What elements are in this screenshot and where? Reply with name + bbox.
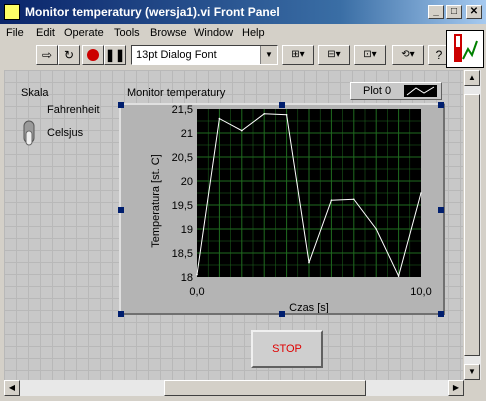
scroll-up-icon[interactable]: ▲ <box>464 70 480 86</box>
switch-option-bottom: Celsjus <box>47 127 84 139</box>
menu-window[interactable]: Window <box>194 27 233 39</box>
data-point <box>308 261 310 264</box>
resize-handle-bottom-right[interactable] <box>438 311 444 317</box>
scroll-left-icon[interactable]: ◀ <box>4 380 20 396</box>
menu-bar: File Edit Operate Tools Browse Window He… <box>0 25 440 43</box>
resize-handle-bottom[interactable] <box>279 311 285 317</box>
x-tick-label: 10,0 <box>410 286 431 298</box>
abort-icon[interactable] <box>82 45 104 65</box>
vi-icon[interactable] <box>446 30 484 68</box>
horizontal-scroll-thumb[interactable] <box>164 380 366 396</box>
menu-tools[interactable]: Tools <box>114 27 140 39</box>
plot-legend[interactable]: Plot 0 <box>350 82 442 100</box>
legend-plot-name: Plot 0 <box>363 85 392 97</box>
menu-edit[interactable]: Edit <box>36 27 55 39</box>
scroll-right-icon[interactable]: ▶ <box>448 380 464 396</box>
stop-button[interactable]: STOP <box>251 330 323 368</box>
y-axis-ticks: 18 18,5 19 19,5 20 20,5 21 21,5 <box>172 105 193 284</box>
legend-line-swatch <box>404 85 437 97</box>
data-point <box>420 192 422 194</box>
resize-objects-icon[interactable]: ⊡▾ <box>354 45 386 65</box>
graph-label: Monitor temperatury <box>127 87 226 99</box>
x-axis-ticks: 0,0 10,0 <box>189 286 431 298</box>
y-axis-label: Temperatura [st. C] <box>150 154 162 248</box>
switch-option-top: Fahrenheit <box>47 104 100 116</box>
distribute-objects-icon[interactable]: ⊟▾ <box>318 45 350 65</box>
window-title: Monitor temperatury (wersja1).vi Front P… <box>25 5 280 19</box>
align-objects-icon[interactable]: ⊞▾ <box>282 45 314 65</box>
resize-handle-left[interactable] <box>118 207 124 213</box>
minimize-button[interactable]: _ <box>428 5 444 19</box>
data-point <box>263 113 265 115</box>
font-select-value: 13pt Dialog Font <box>136 49 217 61</box>
menu-operate[interactable]: Operate <box>64 27 104 39</box>
vertical-scrollbar[interactable]: ▲ ▼ <box>464 70 481 380</box>
data-point <box>353 198 355 201</box>
y-tick-label: 18 <box>181 272 193 284</box>
horizontal-scrollbar[interactable]: ◀ ▶ <box>4 380 464 396</box>
close-button[interactable]: ✕ <box>466 5 482 19</box>
y-tick-label: 20 <box>181 176 193 188</box>
y-tick-label: 21 <box>181 128 193 140</box>
labview-app-icon[interactable] <box>4 4 20 20</box>
y-tick-label: 21,5 <box>172 105 193 116</box>
maximize-button[interactable]: □ <box>446 5 462 19</box>
y-tick-label: 20,5 <box>172 152 193 164</box>
chevron-down-icon[interactable]: ▼ <box>260 46 277 64</box>
menu-help[interactable]: Help <box>242 27 265 39</box>
vertical-scroll-thumb[interactable] <box>464 94 480 356</box>
resize-handle-top-left[interactable] <box>118 102 124 108</box>
resize-handle-top[interactable] <box>279 102 285 108</box>
data-point <box>196 273 198 276</box>
run-continuously-icon[interactable]: ↻ <box>58 45 80 65</box>
data-point <box>285 113 288 116</box>
y-tick-label: 18,5 <box>172 248 193 260</box>
data-point <box>397 275 400 277</box>
font-select[interactable]: 13pt Dialog Font ▼ <box>131 45 278 65</box>
data-point <box>330 199 333 201</box>
switch-label: Skala <box>21 87 49 99</box>
resize-handle-top-right[interactable] <box>438 102 444 108</box>
x-axis-label: Czas [s] <box>289 302 329 313</box>
data-point <box>218 117 221 120</box>
resize-handle-bottom-left[interactable] <box>118 311 124 317</box>
resize-handle-right[interactable] <box>438 207 444 213</box>
data-point <box>241 129 243 132</box>
scale-toggle-switch[interactable] <box>22 115 36 149</box>
menu-file[interactable]: File <box>6 27 24 39</box>
scroll-down-icon[interactable]: ▼ <box>464 364 480 380</box>
reorder-icon[interactable]: ⟲▾ <box>392 45 424 65</box>
x-tick-label: 0,0 <box>189 286 204 298</box>
scrollbar-corner <box>464 380 481 396</box>
y-tick-label: 19,5 <box>172 200 193 212</box>
run-arrow-icon[interactable]: ⇨ <box>36 45 58 65</box>
pause-icon[interactable]: ❚❚ <box>104 45 126 65</box>
menu-browse[interactable]: Browse <box>150 27 187 39</box>
graph-plot-svg: 18 18,5 19 19,5 20 20,5 21 21,5 0,0 10,0 Tempera… <box>150 105 432 313</box>
y-tick-label: 19 <box>181 224 193 236</box>
data-point <box>375 228 377 230</box>
